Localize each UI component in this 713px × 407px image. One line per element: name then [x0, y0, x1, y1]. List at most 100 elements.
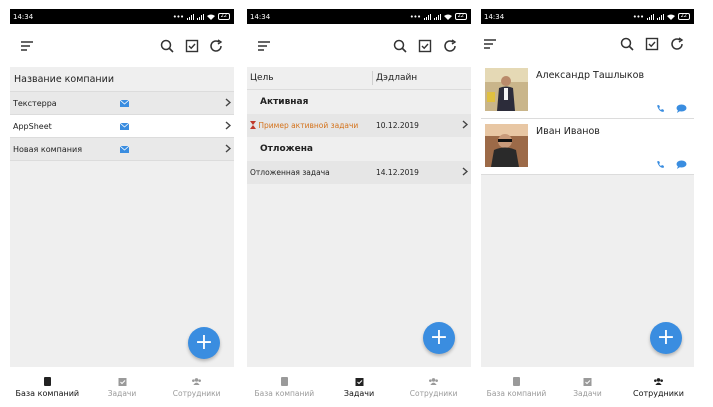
company-name: Новая компания	[13, 144, 83, 154]
toolbar	[10, 24, 234, 67]
task-title: Пример активной задачи	[258, 121, 359, 130]
wifi-icon	[206, 14, 215, 20]
company-row[interactable]: Новая компания	[10, 138, 234, 161]
employee-photo	[485, 124, 528, 167]
column-header-goal: Цель	[250, 73, 274, 83]
add-button[interactable]: +	[188, 327, 220, 359]
mail-icon[interactable]	[120, 100, 129, 107]
signal-icon-2	[433, 13, 441, 20]
employee-name: Александр Ташлыков	[536, 70, 645, 81]
task-row[interactable]: Пример активной задачи 10.12.2019	[247, 114, 471, 137]
chat-icon[interactable]	[676, 160, 687, 169]
battery-icon: 22	[454, 13, 467, 20]
nav-tasks[interactable]: Задачи	[85, 367, 160, 407]
add-button[interactable]: +	[423, 322, 455, 354]
nav-tasks-label: Задачи	[343, 389, 375, 398]
employee-name: Иван Иванов	[536, 126, 600, 137]
status-icons: ••• 22	[410, 13, 467, 21]
hourglass-icon	[250, 121, 256, 129]
nav-tasks-label: Задачи	[573, 389, 602, 398]
mail-icon[interactable]	[120, 123, 129, 130]
chat-icon[interactable]	[676, 104, 687, 113]
task-table-header: Цель Дэдлайн	[247, 67, 471, 90]
task-row[interactable]: Отложенная задача 14.12.2019	[247, 161, 471, 184]
calendar-check-icon	[118, 378, 126, 386]
nav-employees[interactable]: Сотрудники	[159, 367, 234, 407]
battery-icon: 22	[217, 13, 230, 20]
status-bar: 14:34 ••• 22	[247, 9, 471, 24]
phone-icon[interactable]	[656, 160, 665, 169]
nav-companies-label: База компаний	[15, 389, 80, 398]
column-header-deadline: Дэдлайн	[372, 71, 417, 85]
screen-companies: 14:34 ••• 22 Название компании Текстерра…	[10, 9, 234, 407]
signal-icon	[423, 13, 431, 20]
menu-icon[interactable]	[482, 36, 498, 52]
users-icon	[192, 378, 202, 386]
bottom-nav: База компаний Задачи Сотрудники	[481, 367, 694, 407]
nav-tasks[interactable]: Задачи	[552, 367, 623, 407]
group-header-postponed: Отложена	[260, 144, 313, 154]
task-title-active: Пример активной задачи	[250, 121, 358, 130]
employee-card[interactable]: Иван Иванов	[481, 119, 694, 175]
company-row[interactable]: Текстерра	[10, 92, 234, 115]
screen-tasks: 14:34 ••• 22 Цель Дэдлайн Активная Приме…	[247, 9, 471, 407]
column-header-company-name: Название компании	[10, 67, 234, 92]
dots-icon: •••	[172, 12, 184, 21]
employee-card[interactable]: Александр Ташлыков	[481, 63, 694, 119]
chevron-right-icon	[225, 98, 231, 107]
nav-employees-label: Сотрудники	[172, 389, 221, 398]
toolbar	[481, 24, 694, 63]
status-time: 14:34	[484, 12, 505, 21]
book-icon	[280, 377, 288, 386]
refresh-icon[interactable]	[208, 38, 224, 54]
nav-employees[interactable]: Сотрудники	[623, 367, 694, 407]
nav-companies[interactable]: База компаний	[10, 367, 85, 407]
add-button[interactable]: +	[650, 322, 682, 354]
signal-icon	[186, 13, 194, 20]
battery-icon: 22	[677, 13, 690, 20]
status-bar: 14:34 ••• 22	[10, 9, 234, 24]
nav-companies[interactable]: База компаний	[481, 367, 552, 407]
toolbar	[247, 24, 471, 67]
calendar-check-icon	[355, 378, 363, 386]
chevron-right-icon	[462, 167, 468, 176]
menu-icon[interactable]	[19, 38, 35, 54]
wifi-icon	[666, 14, 675, 20]
search-icon[interactable]	[159, 38, 175, 54]
signal-icon-2	[656, 13, 664, 20]
bottom-nav: База компаний Задачи Сотрудники	[247, 367, 471, 407]
nav-employees[interactable]: Сотрудники	[396, 367, 471, 407]
phone-icon[interactable]	[656, 104, 665, 113]
checkbox-icon[interactable]	[184, 38, 200, 54]
chevron-right-icon	[225, 144, 231, 153]
nav-tasks-label: Задачи	[107, 389, 137, 398]
wifi-icon	[443, 14, 452, 20]
company-name: AppSheet	[13, 121, 52, 131]
refresh-icon[interactable]	[442, 38, 458, 54]
checkbox-icon[interactable]	[417, 38, 433, 54]
chevron-right-icon	[462, 120, 468, 129]
calendar-check-icon	[583, 378, 592, 386]
bottom-nav: База компаний Задачи Сотрудники	[10, 367, 234, 407]
search-icon[interactable]	[619, 36, 635, 52]
dots-icon: •••	[632, 12, 644, 21]
checkbox-icon[interactable]	[644, 36, 660, 52]
search-icon[interactable]	[392, 38, 408, 54]
nav-companies[interactable]: База компаний	[247, 367, 322, 407]
mail-icon[interactable]	[120, 146, 129, 153]
company-row[interactable]: AppSheet	[10, 115, 234, 138]
status-time: 14:34	[250, 12, 271, 21]
group-header-active: Активная	[260, 97, 309, 107]
book-icon	[43, 377, 51, 386]
status-time: 14:34	[13, 12, 34, 21]
screen-employees: 14:34 ••• 22 Александр Ташлыков Иван Ива…	[481, 9, 694, 407]
users-icon	[429, 378, 439, 386]
nav-tasks[interactable]: Задачи	[322, 367, 397, 407]
status-icons: ••• 22	[633, 13, 690, 21]
status-bar: 14:34 ••• 22	[481, 9, 694, 24]
dots-icon: •••	[409, 12, 421, 21]
task-deadline: 14.12.2019	[376, 168, 419, 177]
book-icon	[513, 377, 520, 386]
refresh-icon[interactable]	[669, 36, 685, 52]
menu-icon[interactable]	[256, 38, 272, 54]
